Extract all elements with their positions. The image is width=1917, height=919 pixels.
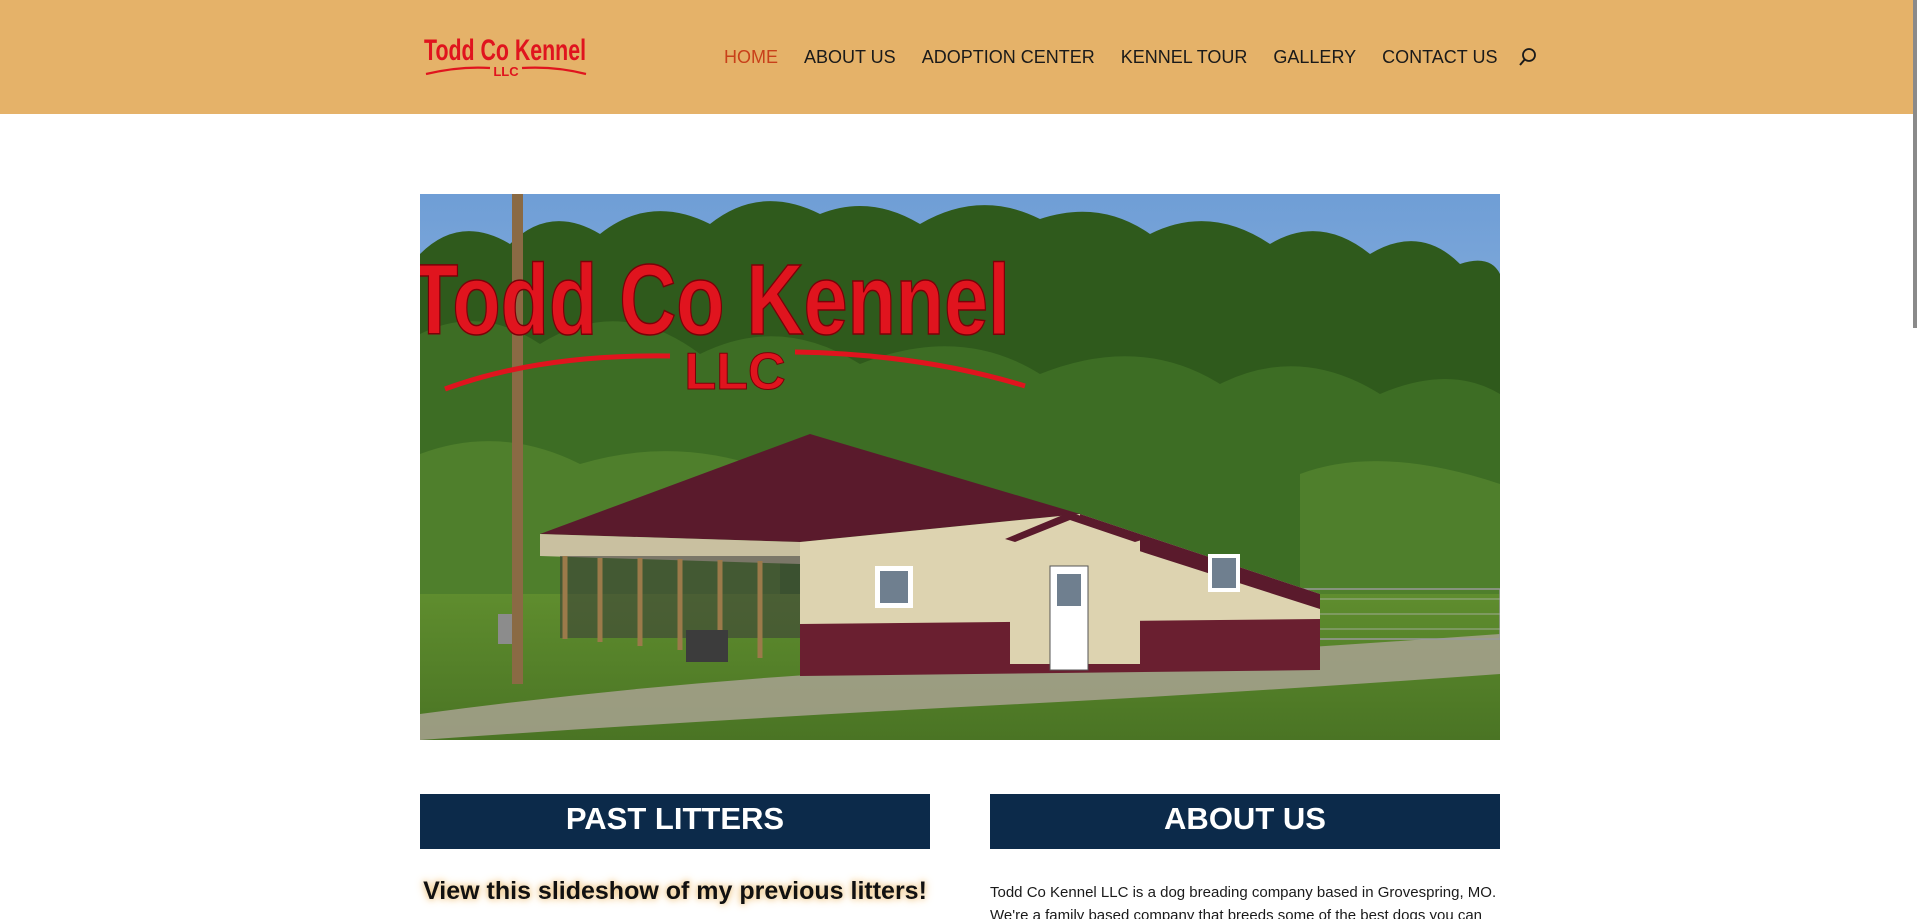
main-nav: HOME ABOUT US ADOPTION CENTER KENNEL TOU… (724, 44, 1537, 70)
nav-item-adoption-center[interactable]: ADOPTION CENTER (922, 44, 1095, 70)
logo-graphic: Todd Co Kennel LLC (424, 34, 587, 79)
past-litters-heading: PAST LITTERS (565, 800, 785, 836)
nav-item-gallery[interactable]: GALLERY (1273, 44, 1356, 70)
kennel-building-photo: Todd Co Kennel LLC (420, 194, 1500, 740)
logo-sub-text: LLC (493, 64, 519, 79)
hero-title: Todd Co Kennel (420, 244, 1010, 356)
logo-text: Todd Co Kennel (424, 34, 586, 67)
about-us-text: Todd Co Kennel LLC is a dog breading com… (990, 884, 1497, 919)
about-us-heading: ABOUT US (1164, 800, 1326, 836)
past-litters-section: PAST LITTERS View this slideshow of my p… (420, 794, 930, 906)
nav-item-kennel-tour[interactable]: KENNEL TOUR (1121, 44, 1248, 70)
nav-item-contact-us[interactable]: CONTACT US (1382, 44, 1497, 70)
past-litters-heading-bar: PAST LITTERS (420, 794, 930, 849)
page-scrollbar[interactable] (1913, 0, 1917, 328)
about-us-heading-bar: ABOUT US (990, 794, 1500, 849)
nav-item-about-us[interactable]: ABOUT US (804, 44, 896, 70)
hero-image: Todd Co Kennel LLC (420, 194, 1500, 740)
nav-item-home[interactable]: HOME (724, 44, 778, 70)
about-us-section: ABOUT US Todd Co Kennel LLC is a dog bre… (990, 794, 1500, 919)
slideshow-caption: View this slideshow of my previous litte… (423, 877, 927, 905)
search-icon[interactable] (1519, 47, 1537, 67)
hero-subtitle: LLC (684, 343, 785, 401)
site-header: Todd Co Kennel LLC HOME ABOUT US ADOPTIO… (0, 0, 1917, 114)
site-logo[interactable]: Todd Co Kennel LLC (420, 28, 592, 84)
